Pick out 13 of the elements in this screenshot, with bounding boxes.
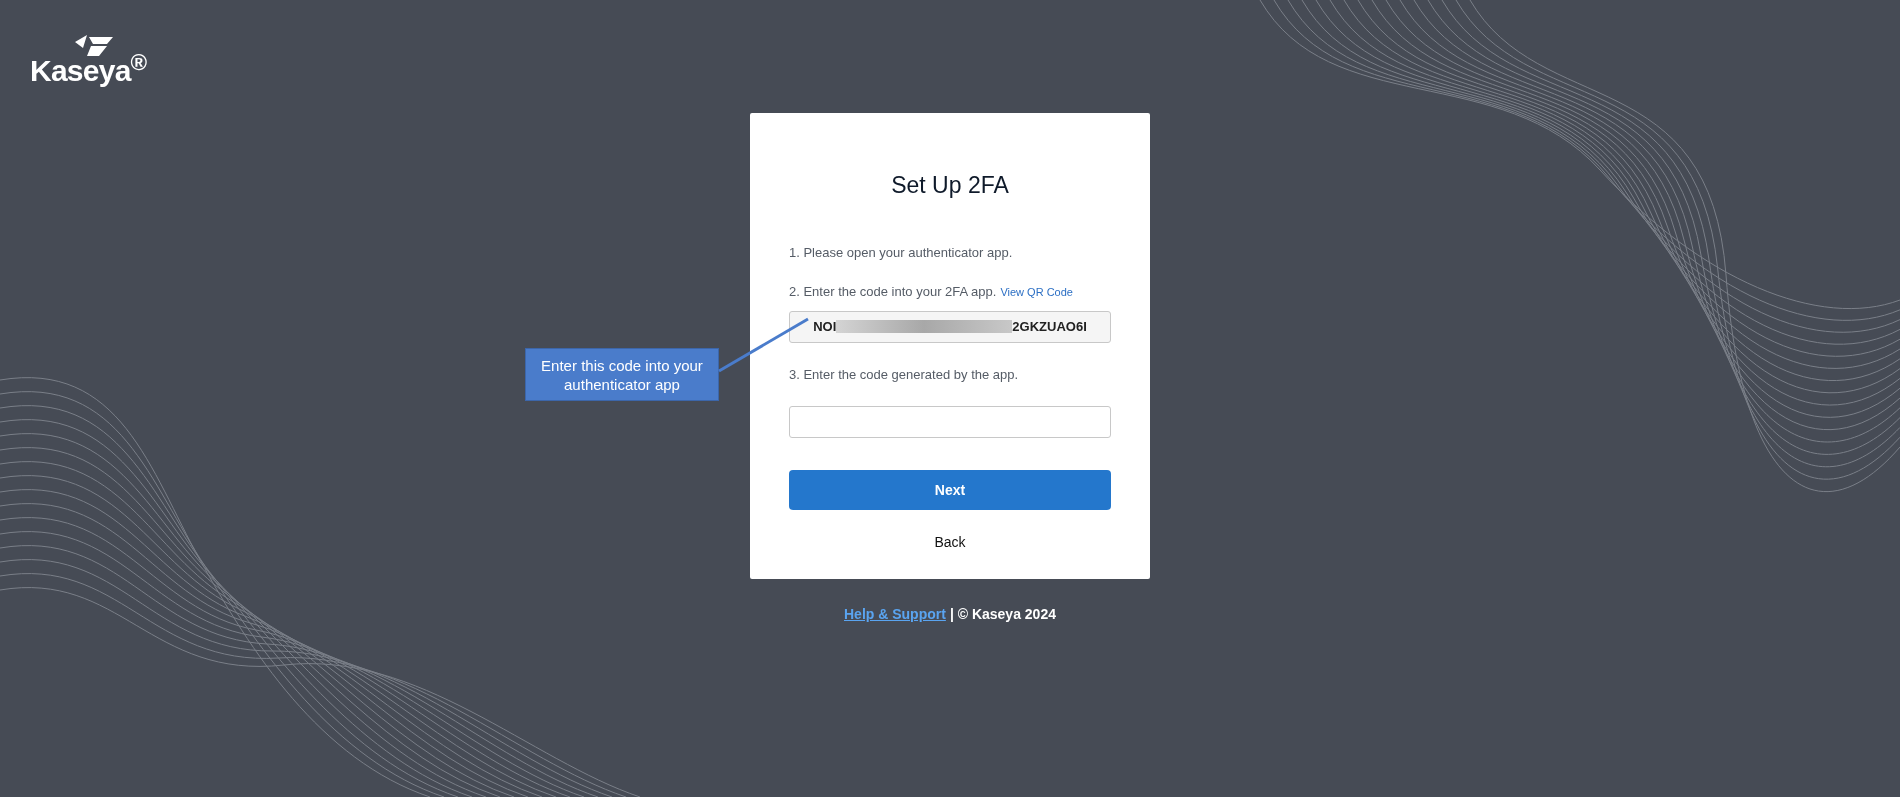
help-support-link[interactable]: Help & Support bbox=[844, 604, 946, 625]
instruction-text: 3. Enter the code generated by the app. bbox=[789, 365, 1020, 384]
logo-text: Kaseya$^{®}$ bbox=[30, 56, 147, 86]
callout-box: Enter this code into your authenticator app bbox=[525, 348, 719, 401]
instruction-text: 2. Enter the code into your 2FA app. bbox=[789, 283, 997, 301]
code-input-field[interactable] bbox=[789, 406, 1111, 438]
copyright-text: | © Kaseya 2024 bbox=[949, 605, 1056, 624]
view-qr-code-link[interactable]: View QR Code bbox=[1000, 284, 1073, 301]
card-title: Set Up 2FA bbox=[890, 171, 1010, 200]
secret-code-field: NOI 2GKZUAO6I bbox=[789, 310, 1111, 343]
next-button[interactable]: Next bbox=[789, 470, 1111, 510]
back-button[interactable]: Back bbox=[934, 532, 966, 553]
instruction-text: 1. Please open your authenticator app. bbox=[789, 243, 1014, 262]
